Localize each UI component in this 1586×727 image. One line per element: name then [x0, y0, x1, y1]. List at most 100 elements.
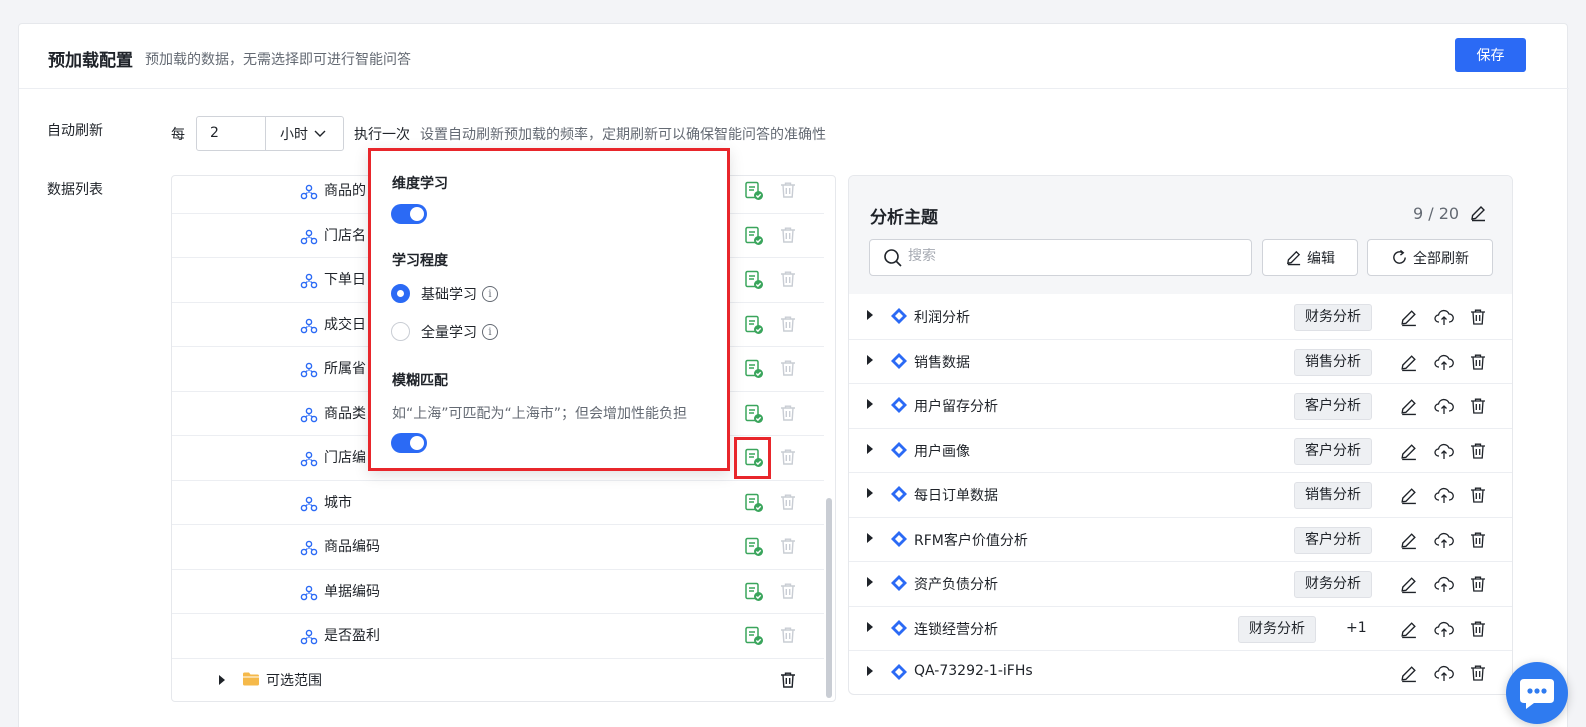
topic-tag: 财务分析 — [1294, 571, 1372, 598]
search-input[interactable] — [908, 248, 1238, 264]
edit-icon[interactable] — [1399, 486, 1418, 505]
edit-icon[interactable] — [1399, 397, 1418, 416]
expand-arrow-icon[interactable] — [866, 310, 874, 320]
learning-config-icon[interactable] — [744, 404, 764, 424]
delete-icon[interactable] — [779, 448, 797, 466]
basic-learning-option[interactable]: 基础学习 i — [421, 284, 498, 304]
delete-icon[interactable] — [779, 493, 797, 511]
topic-row[interactable]: RFM客户价值分析 客户分析 — [849, 518, 1512, 562]
cloud-sync-icon[interactable] — [1434, 308, 1454, 327]
topic-row[interactable]: 每日订单数据 销售分析 — [849, 473, 1512, 518]
delete-icon[interactable] — [1469, 353, 1487, 371]
expand-arrow-icon[interactable] — [866, 621, 874, 632]
edit-icon[interactable] — [1399, 531, 1418, 550]
topic-tag: 财务分析 — [1294, 304, 1372, 331]
delete-icon[interactable] — [779, 359, 797, 377]
expand-arrow-icon[interactable] — [866, 354, 874, 365]
learning-config-icon[interactable] — [744, 493, 764, 513]
expand-arrow-icon[interactable] — [866, 443, 874, 454]
delete-icon[interactable] — [1469, 308, 1487, 326]
page-subtitle: 预加载的数据，无需选择即可进行智能问答 — [145, 52, 411, 68]
delete-icon[interactable] — [1469, 486, 1487, 504]
info-icon[interactable]: i — [482, 286, 498, 302]
topics-search[interactable] — [869, 239, 1252, 276]
learning-config-icon[interactable] — [744, 270, 764, 290]
full-learning-option[interactable]: 全量学习 i — [421, 322, 498, 342]
edit-icon[interactable] — [1399, 664, 1418, 683]
folder-icon — [243, 672, 259, 685]
cloud-sync-icon[interactable] — [1434, 397, 1454, 416]
edit-icon[interactable] — [1399, 442, 1418, 461]
delete-icon[interactable] — [779, 181, 797, 199]
learning-config-icon[interactable] — [744, 359, 764, 379]
dim-learning-toggle[interactable] — [391, 204, 427, 224]
edit-icon[interactable] — [1469, 204, 1487, 222]
learning-config-icon[interactable] — [744, 226, 764, 246]
refresh-all-button[interactable]: 全部刷新 — [1367, 239, 1493, 276]
delete-icon[interactable] — [1469, 620, 1487, 638]
tree-row-label: 商品编码 — [324, 539, 380, 555]
topic-row[interactable]: 利润分析 财务分析 — [849, 295, 1512, 340]
refresh-interval-input[interactable]: 2 — [196, 116, 266, 151]
save-button[interactable]: 保存 — [1455, 38, 1526, 72]
delete-icon[interactable] — [779, 537, 797, 555]
topic-row[interactable]: 资产负债分析 财务分析 — [849, 562, 1512, 607]
tree-row[interactable]: 城市 — [172, 481, 824, 525]
delete-icon[interactable] — [1469, 664, 1487, 682]
delete-icon[interactable] — [779, 671, 797, 689]
topic-name: RFM客户价值分析 — [914, 532, 1028, 549]
delete-icon[interactable] — [779, 270, 797, 288]
tree-folder-row[interactable]: 可选范围 — [172, 659, 824, 702]
expand-arrow-icon[interactable] — [866, 488, 874, 498]
topic-row[interactable]: 用户留存分析 客户分析 — [849, 384, 1512, 429]
tree-scrollbar[interactable] — [826, 498, 832, 698]
tree-row[interactable]: 是否盈利 — [172, 614, 824, 659]
cloud-sync-icon[interactable] — [1434, 353, 1454, 372]
edit-icon[interactable] — [1399, 308, 1418, 327]
delete-icon[interactable] — [779, 315, 797, 333]
expand-arrow-icon[interactable] — [218, 674, 226, 685]
more-tags-count[interactable]: +1 — [1346, 620, 1367, 636]
cloud-sync-icon[interactable] — [1434, 442, 1454, 461]
delete-icon[interactable] — [779, 626, 797, 644]
edit-icon[interactable] — [1399, 620, 1418, 639]
topic-row[interactable]: 销售数据 销售分析 — [849, 340, 1512, 384]
topic-row[interactable]: QA-73292-1-iFHs — [849, 651, 1512, 694]
delete-icon[interactable] — [1469, 575, 1487, 593]
radio-basic-learning[interactable] — [391, 284, 410, 303]
cloud-sync-icon[interactable] — [1434, 664, 1454, 683]
cloud-sync-icon[interactable] — [1434, 486, 1454, 505]
delete-icon[interactable] — [779, 582, 797, 600]
refresh-unit-select[interactable]: 小时 — [265, 116, 344, 151]
info-icon[interactable]: i — [482, 324, 498, 340]
topic-row[interactable]: 连锁经营分析 财务分析 +1 — [849, 607, 1512, 651]
exec-once-label: 执行一次 — [354, 127, 410, 143]
tree-row[interactable]: 商品编码 — [172, 525, 824, 570]
radio-full-learning[interactable] — [391, 322, 410, 341]
cloud-sync-icon[interactable] — [1434, 620, 1454, 639]
expand-arrow-icon[interactable] — [866, 532, 874, 543]
edit-icon[interactable] — [1399, 353, 1418, 372]
delete-icon[interactable] — [1469, 397, 1487, 415]
expand-arrow-icon[interactable] — [866, 399, 874, 409]
ai-assistant-button[interactable] — [1506, 662, 1568, 724]
tree-row[interactable]: 单据编码 — [172, 570, 824, 614]
learning-config-icon[interactable] — [744, 315, 764, 335]
fuzzy-match-toggle[interactable] — [391, 433, 427, 453]
edit-button[interactable]: 编辑 — [1262, 239, 1358, 276]
cloud-sync-icon[interactable] — [1434, 575, 1454, 594]
edit-icon[interactable] — [1399, 575, 1418, 594]
learning-config-icon[interactable] — [744, 181, 764, 201]
delete-icon[interactable] — [1469, 442, 1487, 460]
delete-icon[interactable] — [779, 404, 797, 422]
dimension-icon — [300, 540, 318, 556]
learning-config-icon[interactable] — [744, 626, 764, 646]
topic-row[interactable]: 用户画像 客户分析 — [849, 429, 1512, 473]
learning-config-icon[interactable] — [744, 582, 764, 602]
cloud-sync-icon[interactable] — [1434, 531, 1454, 550]
expand-arrow-icon[interactable] — [866, 666, 874, 676]
learning-config-icon[interactable] — [744, 537, 764, 557]
delete-icon[interactable] — [779, 226, 797, 244]
delete-icon[interactable] — [1469, 531, 1487, 549]
expand-arrow-icon[interactable] — [866, 577, 874, 587]
